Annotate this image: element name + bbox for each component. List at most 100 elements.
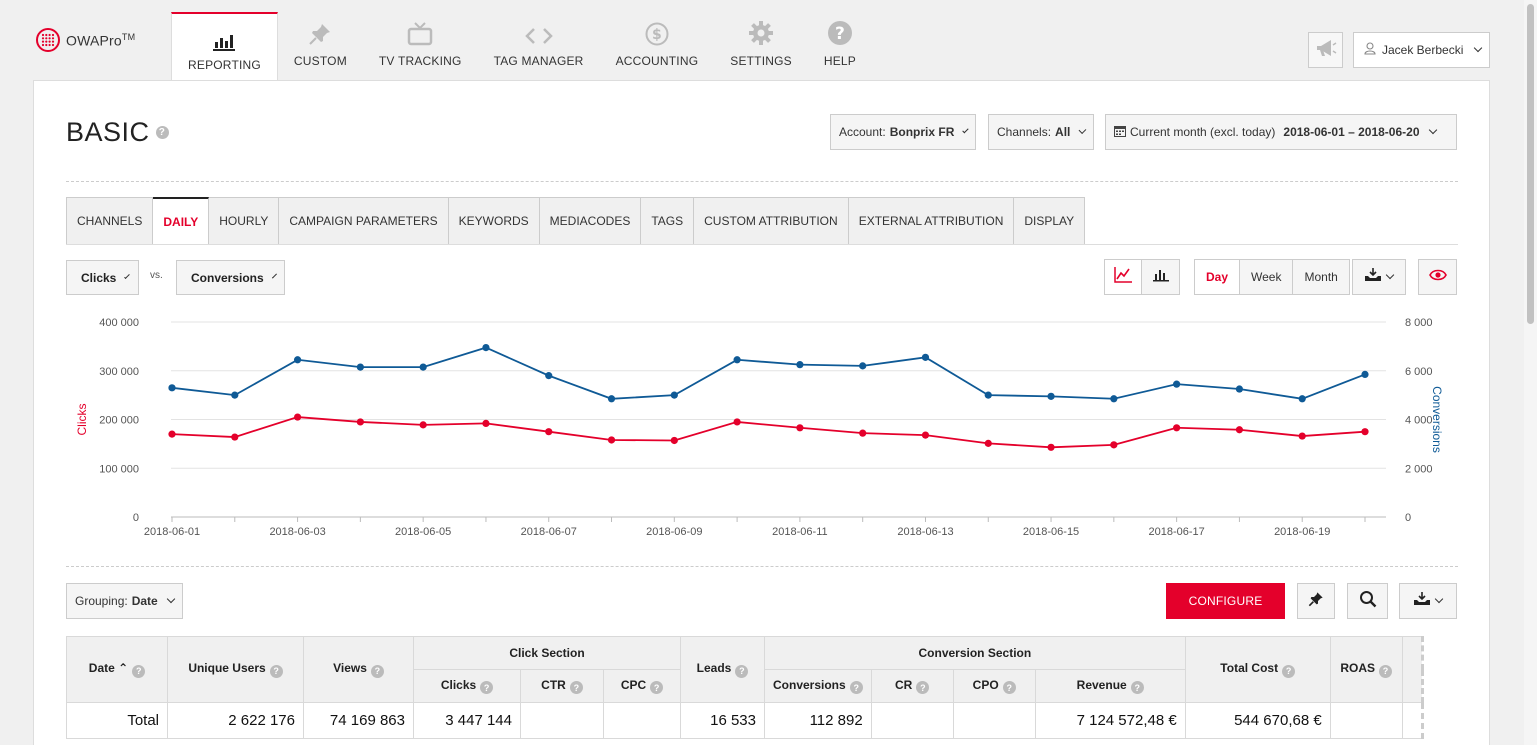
tab-channels[interactable]: CHANNELS bbox=[66, 197, 154, 245]
conversions-point bbox=[545, 372, 553, 380]
cell-overflow bbox=[1401, 702, 1424, 739]
page-scrollbar[interactable] bbox=[1524, 0, 1537, 745]
col-cpc[interactable]: CPC? bbox=[603, 669, 681, 703]
clicks-point bbox=[482, 419, 490, 427]
col-cpo-label: CPO bbox=[972, 677, 999, 692]
help-icon[interactable]: ? bbox=[269, 664, 283, 678]
col-leads[interactable]: Leads? bbox=[680, 636, 765, 703]
help-icon[interactable]: ? bbox=[1282, 664, 1296, 678]
bar-chart-icon bbox=[213, 23, 236, 51]
help-icon[interactable]: ? bbox=[1130, 681, 1144, 695]
col-total-cost-label: Total Cost bbox=[1220, 661, 1279, 676]
tab-external-attribution[interactable]: EXTERNAL ATTRIBUTION bbox=[848, 197, 1015, 245]
megaphone-icon bbox=[1315, 38, 1337, 63]
tab-custom-attribution[interactable]: CUSTOM ATTRIBUTION bbox=[694, 197, 849, 245]
tab-keywords[interactable]: KEYWORDS bbox=[448, 197, 540, 245]
col-views-label: Views bbox=[333, 661, 367, 676]
col-roas[interactable]: ROAS? bbox=[1329, 636, 1403, 703]
metric-left-select[interactable]: Clicks bbox=[66, 260, 139, 295]
y-tick-label: 100 000 bbox=[99, 463, 139, 475]
nav-label: SETTINGS bbox=[730, 54, 792, 68]
user-name: Jacek Berbecki bbox=[1382, 43, 1464, 57]
chevron-down-icon bbox=[124, 272, 130, 279]
date-range-select[interactable]: Current month (excl. today) 2018-06-01 –… bbox=[1105, 114, 1457, 150]
x-tick-label: 2018-06-09 bbox=[646, 526, 702, 538]
x-tick-label: 2018-06-11 bbox=[772, 526, 827, 538]
nav-label: CUSTOM bbox=[293, 54, 347, 68]
channels-select[interactable]: Channels: All bbox=[988, 114, 1094, 150]
col-cr[interactable]: CR? bbox=[870, 669, 954, 703]
clicks-point bbox=[1173, 424, 1181, 432]
help-icon[interactable]: ? bbox=[480, 681, 494, 695]
help-icon[interactable]: ? bbox=[370, 664, 384, 678]
line-chart-icon bbox=[1114, 266, 1132, 288]
nav-settings[interactable]: SETTINGS bbox=[714, 12, 808, 80]
conversions-point bbox=[1110, 395, 1118, 403]
col-date-label: Date bbox=[88, 661, 115, 676]
chart-export-button[interactable] bbox=[1352, 259, 1406, 295]
table-export-button[interactable] bbox=[1399, 583, 1457, 619]
help-icon[interactable]: ? bbox=[1379, 664, 1393, 678]
bar-chart-button[interactable] bbox=[1141, 259, 1180, 295]
col-revenue[interactable]: Revenue? bbox=[1034, 669, 1186, 703]
divider bbox=[66, 566, 1458, 567]
nav-help[interactable]: ? HELP bbox=[808, 12, 872, 80]
granularity-day[interactable]: Day bbox=[1195, 260, 1240, 294]
help-icon[interactable]: ? bbox=[1002, 681, 1016, 695]
help-icon[interactable]: ? bbox=[735, 664, 749, 678]
col-cpc-label: CPC bbox=[620, 677, 647, 692]
channels-label: Channels: bbox=[997, 125, 1052, 139]
col-conversions[interactable]: Conversions? bbox=[764, 669, 872, 703]
user-menu[interactable]: Jacek Berbecki bbox=[1353, 32, 1490, 68]
pin-table-button[interactable] bbox=[1297, 583, 1335, 619]
x-tick-label: 2018-06-01 bbox=[144, 526, 200, 538]
granularity-month[interactable]: Month bbox=[1292, 260, 1349, 294]
tab-tags[interactable]: TAGS bbox=[641, 197, 695, 245]
y2-tick-label: 6 000 bbox=[1405, 366, 1433, 378]
grouping-select[interactable]: Grouping: Date bbox=[66, 583, 183, 619]
search-button[interactable] bbox=[1347, 583, 1388, 619]
logo-text: OWAProTM bbox=[66, 31, 136, 49]
help-icon[interactable]: ? bbox=[916, 681, 930, 695]
line-chart-button[interactable] bbox=[1104, 259, 1142, 295]
help-icon[interactable]: ? bbox=[650, 681, 664, 695]
tab-hourly[interactable]: HOURLY bbox=[209, 197, 280, 245]
configure-button[interactable]: CONFIGURE bbox=[1166, 583, 1285, 619]
pin-icon bbox=[1308, 591, 1324, 612]
nav-tag-manager[interactable]: TAG MANAGER bbox=[478, 12, 600, 80]
nav-custom[interactable]: CUSTOM bbox=[278, 12, 363, 80]
col-date[interactable]: Date ⌃? bbox=[66, 636, 168, 703]
announcements-button[interactable] bbox=[1308, 32, 1343, 68]
nav-accounting[interactable]: $ ACCOUNTING bbox=[600, 12, 715, 80]
col-clicks[interactable]: Clicks? bbox=[413, 669, 521, 703]
col-cpo[interactable]: CPO? bbox=[952, 669, 1036, 703]
tab-mediacodes[interactable]: MEDIACODES bbox=[539, 197, 642, 245]
conversions-line bbox=[171, 346, 1366, 400]
help-icon[interactable]: ? bbox=[155, 126, 169, 139]
visibility-button[interactable] bbox=[1418, 259, 1457, 295]
cell-clicks: 3 447 144 bbox=[413, 702, 521, 739]
conversions-point bbox=[670, 391, 678, 399]
col-unique-users[interactable]: Unique Users? bbox=[167, 636, 304, 703]
tab-display[interactable]: DISPLAY bbox=[1014, 197, 1086, 245]
nav-label: REPORTING bbox=[188, 58, 261, 72]
divider bbox=[66, 181, 1458, 182]
tab-daily[interactable]: DAILY bbox=[153, 197, 210, 245]
help-icon[interactable]: ? bbox=[569, 681, 583, 695]
nav-tv-tracking[interactable]: TV TRACKING bbox=[363, 12, 478, 80]
app-logo[interactable]: OWAProTM bbox=[36, 28, 135, 52]
x-tick-label: 2018-06-13 bbox=[897, 526, 953, 538]
col-ctr[interactable]: CTR? bbox=[520, 669, 604, 703]
x-tick-label: 2018-06-05 bbox=[395, 526, 451, 538]
col-total-cost[interactable]: Total Cost? bbox=[1184, 636, 1331, 703]
metric-right-select[interactable]: Conversions bbox=[176, 260, 285, 295]
tab-campaign-parameters[interactable]: CAMPAIGN PARAMETERS bbox=[279, 197, 449, 245]
scrollbar-thumb[interactable] bbox=[1527, 4, 1534, 324]
clicks-point bbox=[231, 433, 239, 441]
nav-reporting[interactable]: REPORTING bbox=[171, 12, 278, 80]
granularity-week[interactable]: Week bbox=[1239, 260, 1293, 294]
col-views[interactable]: Views? bbox=[303, 636, 414, 703]
help-icon[interactable]: ? bbox=[132, 664, 146, 678]
help-icon[interactable]: ? bbox=[849, 681, 863, 695]
account-select[interactable]: Account: Bonprix FR bbox=[830, 114, 976, 150]
